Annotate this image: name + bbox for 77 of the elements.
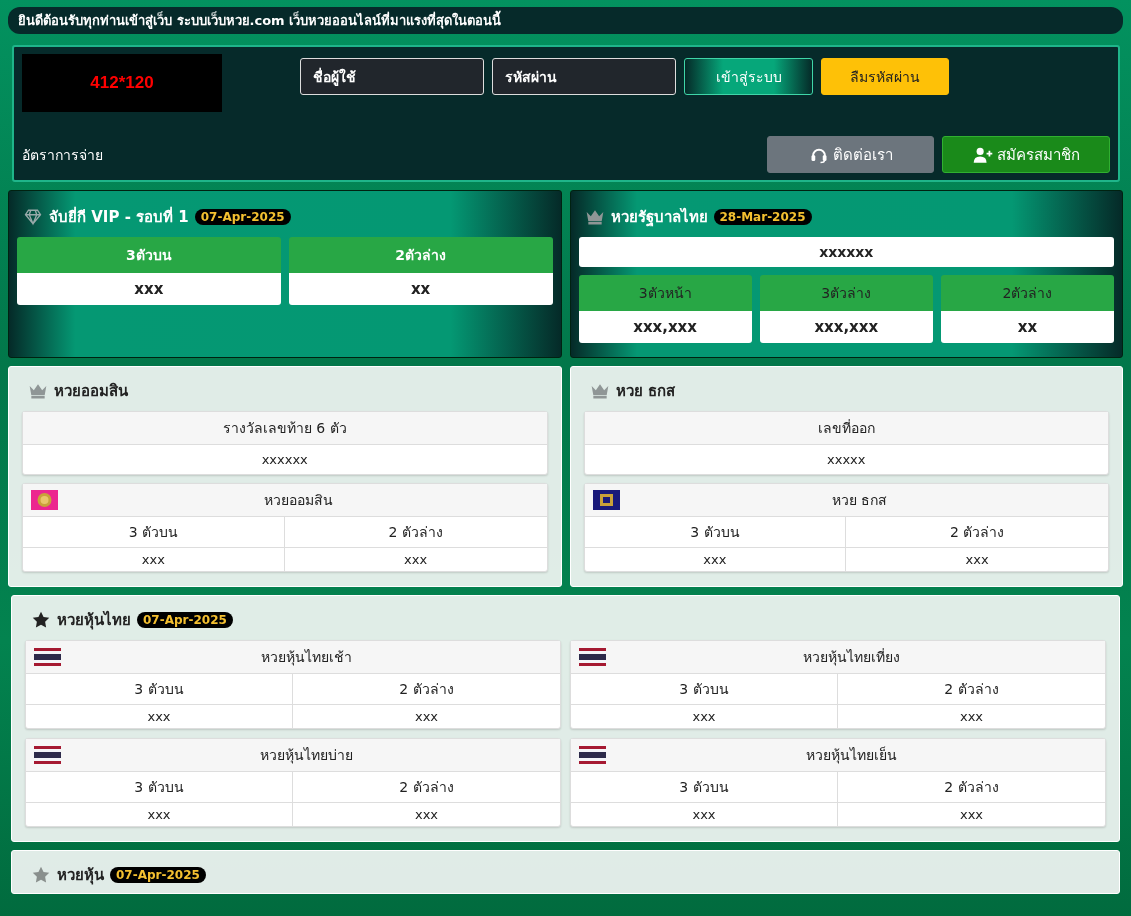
card-title: หวยออมสิน — [54, 381, 128, 402]
lottery-name: หวยหุ้นไทยเช้า — [260, 648, 353, 668]
column-header: 2ตัวล่าง — [940, 275, 1114, 311]
star-icon — [31, 866, 51, 884]
table-header: 2 ตัวล่าง — [284, 517, 547, 548]
thai-flag-icon — [579, 745, 606, 765]
table-header: 3 ตัวบน — [26, 674, 293, 705]
table-cell-text: xxx — [403, 551, 429, 569]
table-cell: xxx — [571, 705, 838, 728]
date-badge: 07-Apr-2025 — [194, 209, 291, 225]
column-header: 3ตัวหน้า — [578, 275, 752, 311]
table-header: 2 ตัวล่าง — [838, 772, 1105, 803]
prize-number: xxxxxx — [260, 451, 309, 469]
table-cell: xxx — [26, 705, 293, 728]
diamond-icon — [23, 208, 43, 226]
date-badge: 07-Apr-2025 — [110, 867, 206, 883]
emblem-icon — [31, 490, 58, 510]
lottery-name: หวยหุ้นไทยบ่าย — [259, 746, 354, 766]
table-header: 3 ตัวบน — [26, 772, 293, 803]
result-number: xxx,xxx — [759, 311, 933, 343]
login-button[interactable]: เข้าสู่ระบบ — [684, 58, 813, 95]
contact-button[interactable]: ติดต่อเรา — [767, 136, 934, 173]
card-title: หวยหุ้น — [57, 865, 104, 887]
table-header: 3 ตัวบน — [571, 674, 838, 705]
card-title: หวย ธกส — [615, 381, 675, 402]
table-cell-text: xxx — [413, 806, 440, 824]
table-cell-text: xxx — [958, 708, 985, 726]
lottery-name: หวย ธกส — [831, 491, 889, 510]
lottery-name: หวยออมสิน — [262, 491, 334, 510]
column-header: 3ตัวบน — [17, 237, 281, 273]
logo-text: 412*120 — [90, 73, 154, 93]
card-title: หวยหุ้นไทย — [57, 609, 131, 632]
table-header: 2 ตัวล่าง — [846, 517, 1108, 548]
username-field[interactable]: ชื่อผู้ใช้ — [300, 58, 484, 95]
thai-flag-icon — [579, 647, 606, 667]
lottery-name: หวยหุ้นไทยเย็น — [805, 745, 898, 766]
table-header: 2 ตัวล่าง — [293, 674, 560, 705]
emblem-icon — [592, 490, 620, 510]
password-field[interactable]: รหัสผ่าน — [492, 58, 676, 95]
table-cell: xxx — [26, 803, 293, 826]
table-cell: xxx — [571, 803, 838, 826]
lottery-name: หวยหุ้นไทยเที่ยง — [802, 647, 901, 668]
crown-icon — [589, 382, 610, 400]
thai-flag-icon — [34, 647, 61, 667]
table-header: 3 ตัวบน — [584, 517, 847, 548]
prize-number: xxxxx — [826, 451, 867, 469]
date-badge: 28-Mar-2025 — [713, 209, 812, 225]
column-header: 2ตัวล่าง — [288, 237, 553, 273]
table-cell-text: xxx — [964, 551, 990, 569]
forgot-password-button[interactable]: ลืมรหัสผ่าน — [821, 58, 949, 95]
result-number: xxx,xxx — [578, 311, 752, 343]
table-cell: xxx — [584, 548, 847, 571]
card-title: จับยี่กี VIP - รอบที่ 1 — [49, 205, 189, 228]
crown-icon — [28, 382, 48, 400]
prize-label: เลขที่ออก — [584, 412, 1108, 445]
first-prize-number: xxxxxx — [578, 237, 1114, 267]
card-title: หวยรัฐบาลไทย — [610, 206, 708, 229]
register-button[interactable]: สมัครสมาชิก — [942, 136, 1110, 173]
result-number: xx — [940, 311, 1114, 343]
table-header: 2 ตัวล่าง — [293, 772, 560, 803]
crown-icon — [584, 208, 605, 226]
payout-rate-link[interactable]: อัตราการจ่าย — [22, 143, 103, 166]
date-badge: 07-Apr-2025 — [137, 612, 233, 628]
table-cell: xxx — [23, 548, 285, 571]
table-header: 2 ตัวล่าง — [838, 674, 1105, 705]
thai-flag-icon — [34, 745, 61, 765]
table-header: 3 ตัวบน — [23, 517, 285, 548]
table-cell-text: xxx — [413, 708, 440, 726]
column-header: 3ตัวล่าง — [759, 275, 933, 311]
marquee-text: ยินดีต้อนรับทุกท่านเข้าสู่เว็บ ระบบเว็บหวย.com เว็บหวยออนไลน์ที่มาแรงที่สุดในตอนนี้ — [8, 7, 1123, 34]
table-cell-text: xxx — [958, 806, 985, 824]
user-plus-icon — [972, 145, 993, 164]
result-number: xx — [288, 273, 553, 305]
prize-label: รางวัลเลขท้าย 6 ตัว — [23, 412, 547, 445]
table-header: 3 ตัวบน — [571, 772, 838, 803]
star-icon — [31, 611, 51, 629]
result-number: xxx — [17, 273, 281, 305]
